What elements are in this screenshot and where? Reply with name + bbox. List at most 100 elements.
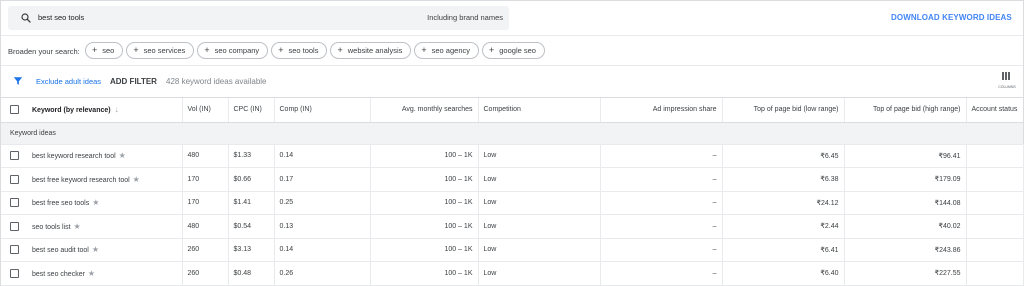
columns-button[interactable]: COLUMNS [995, 72, 1019, 94]
ad-share-cell: – [600, 144, 723, 168]
select-all-cell [1, 98, 27, 123]
star-icon[interactable]: ★ [74, 222, 81, 231]
competition-cell: Low [478, 191, 601, 215]
ad-share-cell: – [600, 214, 723, 239]
cpc-value: $3.13 [233, 246, 252, 254]
plus-icon: + [133, 45, 139, 55]
bid-low-value: ₹6.40 [820, 270, 839, 278]
table-row[interactable]: best free seo tools ★ 170 $1.41 0.25 100 – 1K… [1, 191, 1024, 215]
star-icon[interactable]: ★ [133, 175, 140, 184]
keyword-ideas-table: Keyword (by relevance) ↓ Vol (IN) CPC (IN… [1, 98, 1024, 286]
avg-searches-value: 100 – 1K [444, 246, 473, 254]
bid-low-value: ₹2.44 [820, 223, 839, 231]
select-all-checkbox[interactable] [9, 105, 19, 115]
chip-seo-agency[interactable]: + seo agency [414, 42, 479, 59]
table-row[interactable]: seo tools list ★ 480 $0.54 0.13 100 – 1K Low – ₹… [1, 214, 1024, 239]
header-competition[interactable]: Competition [478, 98, 601, 123]
comp-value: 0.14 [279, 152, 294, 160]
header-keyword[interactable]: Keyword (by relevance) ↓ [27, 98, 183, 123]
row-checkbox[interactable] [9, 245, 19, 255]
table-row[interactable]: best keyword research tool ★ 480 $1.33 0.14 1… [1, 144, 1024, 168]
row-checkbox-cell [1, 214, 27, 239]
keyword-cell: best free seo tools ★ [27, 191, 183, 215]
ad-share-value: – [712, 175, 717, 183]
plus-icon: + [421, 45, 427, 55]
bid-high-cell: ₹179.09 [844, 167, 967, 192]
search-query[interactable]: best seo tools [38, 13, 84, 22]
row-checkbox[interactable] [9, 198, 19, 208]
bid-high-cell: ₹40.02 [844, 214, 967, 239]
chip-seo-tools[interactable]: + seo tools [271, 42, 328, 59]
chip-label: seo tools [288, 46, 319, 55]
chip-seo[interactable]: + seo [85, 42, 124, 59]
header-cpc[interactable]: CPC (IN) [228, 98, 275, 123]
header-account-status[interactable]: Account status [966, 98, 1023, 123]
search-box[interactable]: best seo tools Including brand names [8, 6, 509, 30]
bid-low-cell: ₹6.40 [722, 261, 845, 286]
comp-value: 0.13 [279, 222, 294, 230]
download-keyword-ideas-button[interactable]: DOWNLOAD KEYWORD IDEAS [891, 13, 1012, 22]
bid-high-value: ₹40.02 [938, 223, 961, 231]
star-icon[interactable]: ★ [92, 198, 99, 207]
ad-share-value: – [712, 246, 717, 254]
keyword-planner-panel: best seo tools Including brand names DOW… [0, 0, 1024, 286]
group-row: Keyword ideas [1, 122, 1023, 145]
competition-cell: Low [478, 238, 601, 262]
bid-high-cell: ₹144.08 [844, 191, 967, 215]
add-filter-button[interactable]: ADD FILTER [110, 77, 157, 86]
chip-label: website analysis [347, 46, 403, 55]
bid-high-value: ₹243.86 [934, 246, 961, 254]
avg-searches-value: 100 – 1K [444, 199, 473, 207]
keyword-value: best free seo tools [32, 200, 90, 208]
exclude-adult-ideas-filter[interactable]: Exclude adult ideas [36, 77, 101, 86]
brand-names-toggle[interactable]: Including brand names [427, 13, 503, 22]
row-checkbox[interactable] [9, 151, 19, 161]
table-row[interactable]: best free keyword research tool ★ 170 $0.66… [1, 167, 1024, 192]
chip-seo-services[interactable]: + seo services [126, 42, 195, 59]
table-header-row: Keyword (by relevance) ↓ Vol (IN) CPC (IN… [1, 98, 1023, 123]
header-comp[interactable]: Comp (IN) [274, 98, 371, 123]
comp-value: 0.14 [279, 246, 294, 254]
header-vol[interactable]: Vol (IN) [182, 98, 229, 123]
cpc-cell: $0.54 [228, 214, 275, 239]
cpc-value: $0.54 [233, 222, 252, 230]
competition-cell: Low [478, 167, 601, 192]
account-status-cell [966, 261, 1024, 286]
row-checkbox[interactable] [9, 174, 19, 184]
keyword-value: best free keyword research tool [32, 176, 130, 184]
star-icon[interactable]: ★ [119, 151, 126, 160]
row-checkbox[interactable] [9, 221, 19, 231]
avg-searches-value: 100 – 1K [444, 152, 473, 160]
keyword-ideas-count: 428 keyword ideas available [166, 77, 267, 86]
bid-low-value: ₹6.41 [820, 246, 839, 254]
avg-searches-value: 100 – 1K [444, 175, 473, 183]
ad-share-value: – [712, 199, 717, 207]
arrow-down-icon: ↓ [114, 105, 119, 115]
bid-low-value: ₹6.38 [820, 176, 839, 184]
vol-value: 170 [187, 175, 200, 183]
chip-label: seo [102, 46, 115, 55]
header-avg-monthly-searches[interactable]: Avg. monthly searches [370, 98, 479, 123]
chip-website-analysis[interactable]: + website analysis [330, 42, 412, 59]
star-icon[interactable]: ★ [92, 245, 99, 254]
bid-low-cell: ₹6.45 [722, 144, 845, 168]
chip-seo-company[interactable]: + seo company [197, 42, 269, 59]
plus-icon: + [204, 45, 210, 55]
table-row[interactable]: best seo checker ★ 260 $0.48 0.26 100 – 1K Low… [1, 261, 1024, 286]
filter-icon[interactable] [13, 76, 23, 86]
header-bid-high[interactable]: Top of page bid (high range) [844, 98, 967, 123]
vol-value: 480 [187, 222, 200, 230]
keyword-value: best seo checker [32, 270, 85, 278]
table-row[interactable]: best seo audit tool ★ 260 $3.13 0.14 100 – 1K… [1, 238, 1024, 262]
bid-low-value: ₹6.45 [820, 152, 839, 160]
chip-google-seo[interactable]: + google seo [482, 42, 545, 59]
account-status-cell [966, 167, 1024, 192]
comp-value: 0.26 [279, 269, 294, 277]
star-icon[interactable]: ★ [88, 269, 95, 278]
row-checkbox[interactable] [9, 268, 19, 278]
header-bid-low[interactable]: Top of page bid (low range) [722, 98, 845, 123]
header-ad-impression-share[interactable]: Ad impression share [600, 98, 723, 123]
keyword-cell: best seo audit tool ★ [27, 238, 183, 262]
group-label: Keyword ideas [1, 122, 1023, 145]
bid-low-cell: ₹6.41 [722, 238, 845, 262]
